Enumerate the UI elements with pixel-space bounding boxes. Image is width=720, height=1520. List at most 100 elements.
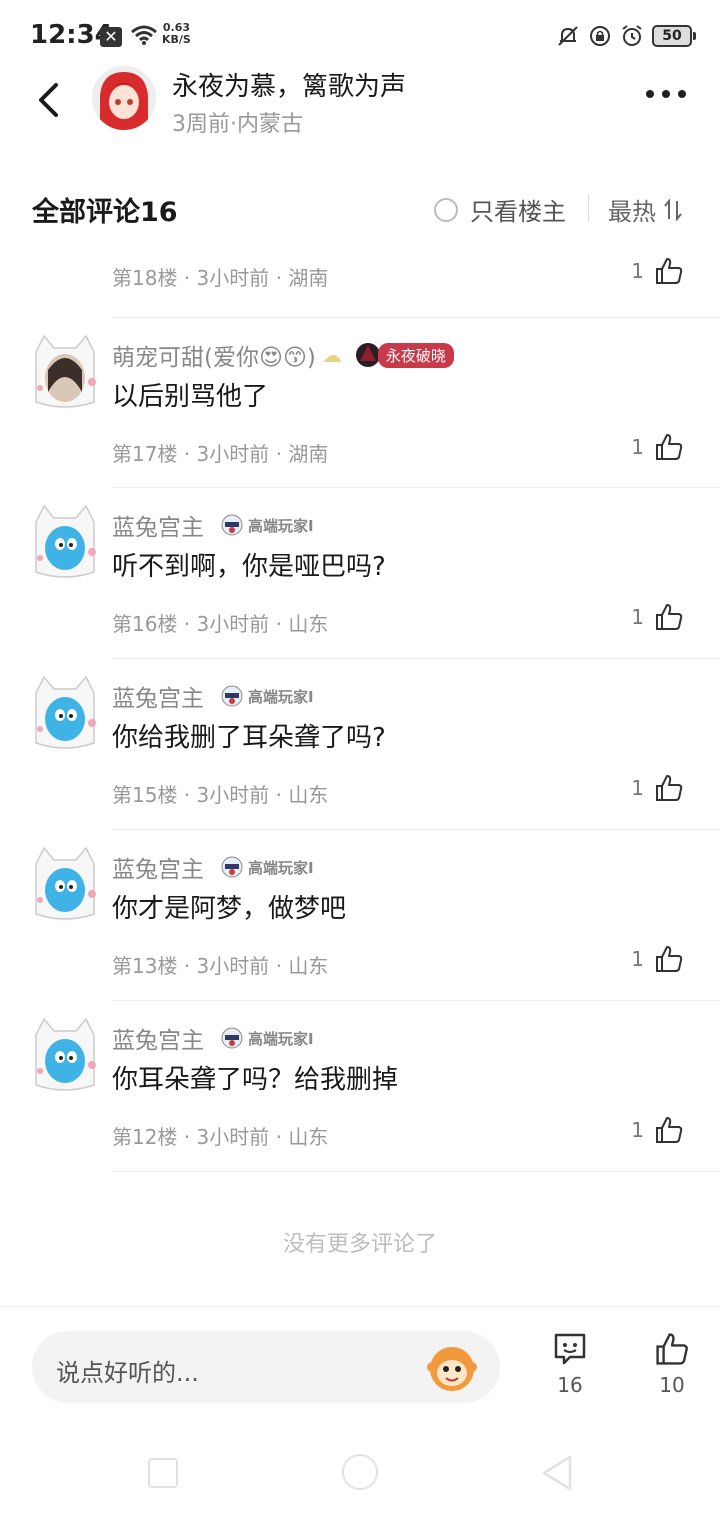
like-button[interactable]: 1 — [631, 602, 684, 632]
network-speed: 0.63 KB/S — [162, 22, 191, 46]
thumbs-up-icon — [656, 258, 683, 284]
sort-arrows-icon — [664, 198, 682, 221]
comment-meta-text: 第12楼 · 3小时前 · 山东 — [112, 1125, 329, 1149]
rotation-lock-icon — [590, 26, 610, 46]
blue-rabbit-avatar-image — [35, 1017, 96, 1091]
sort-label: 最热 — [608, 198, 656, 226]
thumbs-up-icon — [656, 604, 683, 630]
like-button[interactable]: 1 — [631, 432, 684, 462]
cloud-sticker-icon: ☁ — [321, 343, 342, 367]
thumbs-up-icon — [656, 775, 683, 801]
system-nav-bar — [0, 1426, 720, 1520]
player-level-icon — [221, 514, 243, 536]
commenter-avatar[interactable] — [30, 1015, 100, 1095]
thumbs-up-icon — [656, 1117, 683, 1143]
level-badge[interactable]: 高端玩家I — [220, 513, 314, 537]
comment-text: 你给我删了耳朵聋了吗? — [112, 723, 386, 753]
radio-icon — [434, 197, 458, 222]
commenter-name-row: 蓝兔宫主 高端玩家I — [112, 850, 314, 884]
commenter-avatar[interactable] — [30, 502, 100, 582]
no-more-comments-text: 没有更多评论了 — [282, 1232, 437, 1257]
comment-meta: 第16楼 · 3小时前 · 山东 1 — [112, 602, 692, 642]
commenter-name[interactable]: 蓝兔宫主 — [112, 850, 204, 884]
mute-bell-icon — [558, 26, 578, 46]
comment-text: 你耳朵聋了吗？给我删掉 — [112, 1065, 399, 1095]
chevron-left-icon — [39, 83, 58, 117]
comment-item: 蓝兔宫主 高端玩家I 你才是阿梦，做梦吧 第13楼 · 3小时前 · 山东 1 — [0, 830, 720, 1000]
commenter-name[interactable]: 蓝兔宫主 — [112, 1021, 204, 1055]
level-badge[interactable]: 高端玩家I — [220, 855, 314, 879]
only-op-toggle[interactable]: 只看楼主 — [434, 192, 566, 227]
only-op-label: 只看楼主 — [470, 198, 566, 226]
comment-input-placeholder: 说点好听的... — [56, 1359, 199, 1387]
comment-text: 以后别骂他了 — [112, 382, 269, 412]
home-button[interactable] — [342, 1454, 378, 1490]
post-subtitle: 3周前·内蒙古 — [172, 112, 303, 137]
commenter-name-row: 蓝兔宫主 高端玩家I — [112, 679, 314, 713]
comment-meta: 第18楼 · 3小时前 · 湖南 1 — [112, 256, 692, 296]
comment-text: 听不到啊，你是哑巴吗? — [112, 552, 386, 582]
like-count: 1 — [631, 605, 644, 629]
divider — [588, 194, 589, 222]
fan-badge-label: 永夜破晓 — [377, 342, 454, 368]
more-options-button[interactable] — [646, 90, 686, 98]
commenter-avatar[interactable] — [30, 844, 100, 924]
recents-button[interactable] — [148, 1458, 178, 1488]
commenter-avatar[interactable] — [30, 673, 100, 753]
like-count: 1 — [631, 1118, 644, 1142]
bottom-action-bar: 说点好听的... 16 10 — [0, 1306, 720, 1416]
level-badge[interactable]: 高端玩家I — [220, 1026, 314, 1050]
commenter-name[interactable]: 蓝兔宫主 — [112, 679, 204, 713]
divider — [112, 1171, 720, 1172]
comments-header: 全部评论16 只看楼主 最热 — [0, 180, 720, 236]
nav-back-triangle-icon[interactable] — [540, 1454, 574, 1492]
comments-action-button[interactable]: 16 — [540, 1331, 600, 1397]
comment-meta-text: 第15楼 · 3小时前 · 山东 — [112, 783, 329, 807]
level-badge-label: 高端玩家I — [248, 1029, 314, 1048]
back-button[interactable] — [28, 80, 68, 120]
post-like-button[interactable]: 10 — [642, 1331, 702, 1397]
thumbs-up-icon — [656, 434, 683, 460]
blue-rabbit-avatar-image — [35, 675, 96, 749]
comment-text: 你才是阿梦，做梦吧 — [112, 894, 347, 924]
commenter-name-row: 萌宠可甜(爱你😍😙) ☁ 永夜破晓 — [112, 338, 454, 372]
comment-meta: 第15楼 · 3小时前 · 山东 1 — [112, 773, 692, 813]
like-button[interactable]: 1 — [631, 1115, 684, 1145]
comments-count-title: 全部评论16 — [32, 197, 178, 228]
thumbs-up-icon — [656, 946, 683, 972]
level-badge[interactable]: 高端玩家I — [220, 684, 314, 708]
like-button[interactable]: 1 — [631, 944, 684, 974]
comments-action-count: 16 — [557, 1373, 583, 1397]
like-count: 1 — [631, 259, 644, 283]
commenter-name-row: 蓝兔宫主 高端玩家I — [112, 1021, 314, 1055]
sort-button[interactable]: 最热 — [608, 192, 682, 227]
comment-input[interactable]: 说点好听的... — [32, 1331, 500, 1403]
blue-rabbit-avatar-image — [35, 504, 96, 578]
anime-avatar-image — [92, 66, 156, 130]
comment-meta-text: 第13楼 · 3小时前 · 山东 — [112, 954, 329, 978]
monkey-emoji-icon[interactable] — [424, 1339, 480, 1395]
battery-indicator: 50 — [652, 25, 696, 47]
more-dot-icon — [646, 90, 654, 98]
comment-meta: 第12楼 · 3小时前 · 山东 1 — [112, 1115, 692, 1155]
commenter-name-row: 蓝兔宫主 高端玩家I — [112, 508, 314, 542]
comment-item: 蓝兔宫主 高端玩家I 你给我删了耳朵聋了吗? 第15楼 · 3小时前 · 山东 … — [0, 659, 720, 829]
like-count: 1 — [631, 947, 644, 971]
fan-badge[interactable]: 永夜破晓 — [354, 341, 454, 369]
like-button[interactable]: 1 — [631, 773, 684, 803]
post-like-count: 10 — [659, 1373, 685, 1397]
like-count: 1 — [631, 435, 644, 459]
comment-bubble-icon — [554, 1333, 586, 1365]
comment-meta-text: 第17楼 · 3小时前 · 湖南 — [112, 442, 329, 466]
player-level-icon — [221, 1027, 243, 1049]
commenter-name[interactable]: 蓝兔宫主 — [112, 508, 204, 542]
author-avatar[interactable] — [92, 66, 156, 130]
post-header: 永夜为慕，篱歌为声 3周前·内蒙古 — [0, 60, 720, 140]
like-button[interactable]: 1 — [631, 256, 684, 286]
commenter-avatar[interactable] — [30, 332, 100, 412]
commenter-name[interactable]: 萌宠可甜(爱你😍😙) — [112, 338, 316, 372]
comment-item: 萌宠可甜(爱你😍😙) ☁ 永夜破晓 以后别骂他了 第17楼 · 3小时前 · 湖… — [0, 318, 720, 488]
comment-meta-text: 第18楼 · 3小时前 · 湖南 — [112, 266, 329, 290]
comment-meta: 第13楼 · 3小时前 · 山东 1 — [112, 944, 692, 984]
more-dot-icon — [662, 90, 670, 98]
